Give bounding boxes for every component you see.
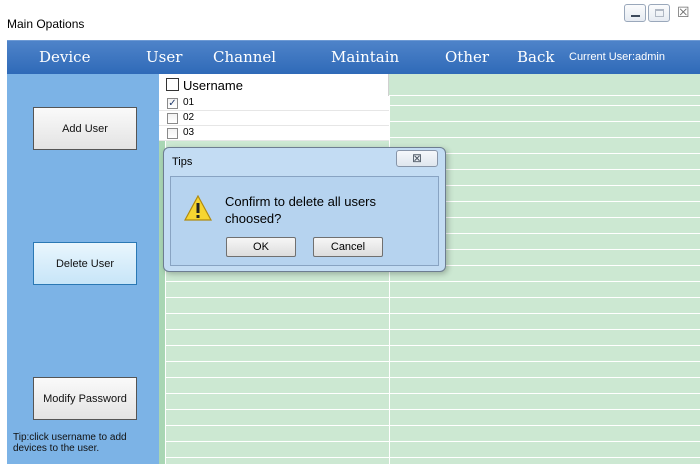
menu-maintain[interactable]: Maintain <box>331 48 399 66</box>
cancel-button[interactable]: Cancel <box>313 237 383 257</box>
title-bar: Main Opations ☒ <box>0 0 700 40</box>
menu-channel[interactable]: Channel <box>213 48 276 66</box>
row-checkbox[interactable] <box>167 113 178 124</box>
menu-device[interactable]: Device <box>39 48 90 66</box>
row-checkbox[interactable]: ✓ <box>167 98 178 109</box>
table-row[interactable]: 03 <box>159 126 389 141</box>
dialog-close-icon[interactable]: ⊠ <box>396 150 438 167</box>
username-cell[interactable]: 03 <box>183 127 194 138</box>
dialog-title: Tips <box>172 156 193 168</box>
menu-user[interactable]: User <box>146 48 182 66</box>
dialog-message: Confirm to delete all users choosed? <box>225 194 377 226</box>
menu-bar: Device User Channel Maintain Other Back … <box>7 40 700 74</box>
menu-back[interactable]: Back <box>517 48 554 66</box>
table-row[interactable]: ✓ 01 <box>159 96 389 111</box>
confirm-dialog: Tips ⊠ Confirm to delete all users choos… <box>163 147 446 272</box>
username-cell[interactable]: 01 <box>183 97 194 108</box>
add-user-button[interactable]: Add User <box>33 107 137 150</box>
username-cell[interactable]: 02 <box>183 112 194 123</box>
row-checkbox[interactable] <box>167 128 178 139</box>
window-controls: ☒ <box>622 4 694 22</box>
dialog-body: Confirm to delete all users choosed? OK … <box>170 176 439 266</box>
username-header-label: Username <box>183 78 243 93</box>
close-icon[interactable]: ☒ <box>672 4 694 22</box>
username-column-header[interactable]: Username <box>159 74 389 96</box>
delete-user-button[interactable]: Delete User <box>33 242 137 285</box>
warning-icon <box>184 195 212 221</box>
select-all-checkbox[interactable] <box>166 78 179 91</box>
window-title: Main Opations <box>7 17 85 31</box>
maximize-icon[interactable] <box>648 4 670 22</box>
current-user-label: Current User:admin <box>569 51 665 63</box>
minimize-icon[interactable] <box>624 4 646 22</box>
modify-password-button[interactable]: Modify Password <box>33 377 137 420</box>
menu-other[interactable]: Other <box>445 48 489 66</box>
sidebar: Add User Delete User Modify Password Tip… <box>7 74 159 464</box>
sidebar-tip: Tip:click username to add devices to the… <box>13 432 127 454</box>
table-header: Username <box>159 74 700 96</box>
ok-button[interactable]: OK <box>226 237 296 257</box>
table-row[interactable]: 02 <box>159 111 389 126</box>
